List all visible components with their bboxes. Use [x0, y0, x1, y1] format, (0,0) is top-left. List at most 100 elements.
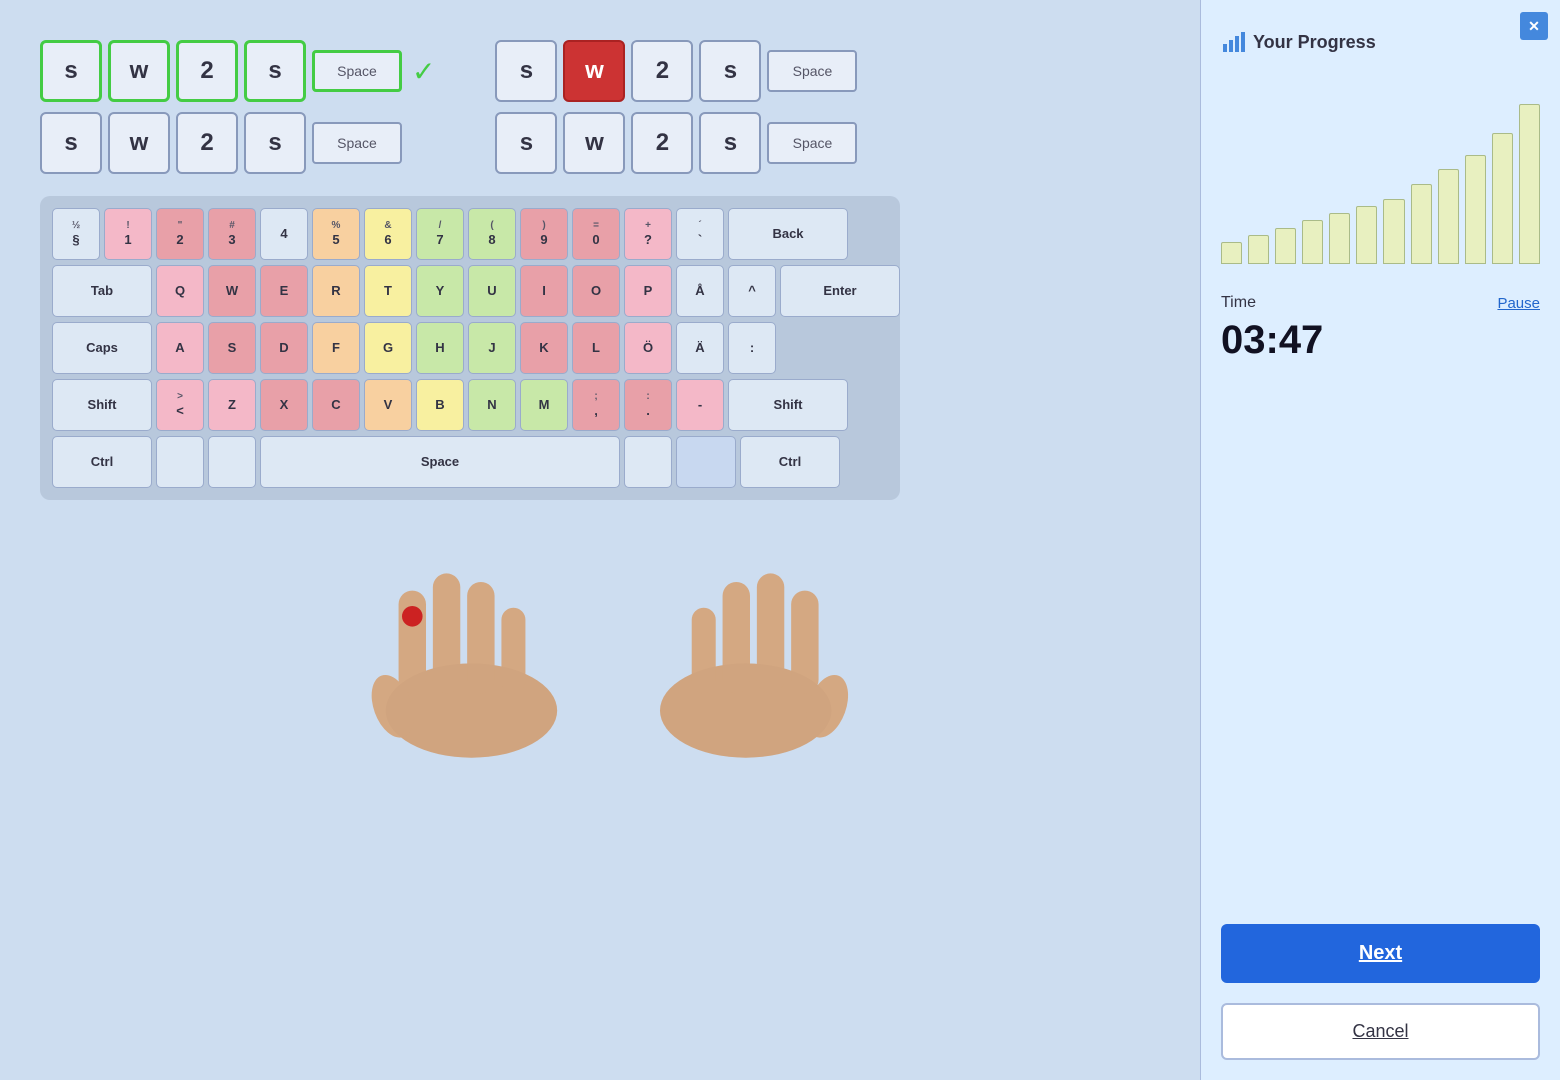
kb-key-r[interactable]: R — [312, 265, 360, 317]
hands-area — [40, 512, 1160, 772]
space-box-normal: Space — [312, 122, 402, 164]
kb-row-numbers: ½§ !1 "2 #3 4 %5 &6 /7 (8 )9 =0 +? ´` Ba… — [52, 208, 888, 260]
keyboard: ½§ !1 "2 #3 4 %5 &6 /7 (8 )9 =0 +? ´` Ba… — [40, 196, 900, 500]
kb-key-b[interactable]: B — [416, 379, 464, 431]
kb-key-5[interactable]: %5 — [312, 208, 360, 260]
chart-bar-3 — [1302, 220, 1323, 264]
key-s4: s — [244, 112, 306, 174]
key-w2: w — [108, 112, 170, 174]
chart-bar-2 — [1275, 228, 1296, 264]
kb-key-ltgt[interactable]: >< — [156, 379, 204, 431]
kb-key-6[interactable]: &6 — [364, 208, 412, 260]
kb-key-w[interactable]: W — [208, 265, 256, 317]
chart-bar-5 — [1356, 206, 1377, 264]
key-w-active: w — [563, 40, 625, 102]
kb-key-3[interactable]: #3 — [208, 208, 256, 260]
kb-key-u[interactable]: U — [468, 265, 516, 317]
key-s7: s — [495, 112, 557, 174]
chart-area — [1221, 74, 1540, 274]
kb-key-oe[interactable]: Ö — [624, 322, 672, 374]
chart-bar-0 — [1221, 242, 1242, 264]
progress-header: Your Progress — [1221, 30, 1540, 54]
cancel-button[interactable]: Cancel — [1221, 1003, 1540, 1060]
kb-key-7[interactable]: /7 — [416, 208, 464, 260]
space-box-next: Space — [767, 122, 857, 164]
kb-key-i[interactable]: I — [520, 265, 568, 317]
chart-bar-4 — [1329, 213, 1350, 264]
kb-key-t[interactable]: T — [364, 265, 412, 317]
hands-illustration — [300, 512, 900, 772]
kb-key-y[interactable]: Y — [416, 265, 464, 317]
kb-key-e[interactable]: E — [260, 265, 308, 317]
kb-key-quote[interactable]: : — [728, 322, 776, 374]
kb-key-2[interactable]: "2 — [156, 208, 204, 260]
kb-key-enter[interactable]: Enter — [780, 265, 900, 317]
time-display: 03:47 — [1221, 318, 1540, 363]
kb-key-half[interactable]: ½§ — [52, 208, 100, 260]
kb-key-shift-left[interactable]: Shift — [52, 379, 152, 431]
kb-key-4[interactable]: 4 — [260, 208, 308, 260]
kb-key-v[interactable]: V — [364, 379, 412, 431]
kb-key-shift-right[interactable]: Shift — [728, 379, 848, 431]
kb-key-a[interactable]: A — [156, 322, 204, 374]
kb-key-m[interactable]: M — [520, 379, 568, 431]
kb-key-dash[interactable]: - — [676, 379, 724, 431]
kb-key-caret[interactable]: ^ — [728, 265, 776, 317]
close-button[interactable]: ✕ — [1520, 12, 1548, 40]
kb-key-z[interactable]: Z — [208, 379, 256, 431]
kb-row-zxcv: Shift >< Z X C V B N M ;, :. - Shift — [52, 379, 888, 431]
key-s8: s — [699, 112, 761, 174]
kb-key-blank1 — [156, 436, 204, 488]
chart-bar-7 — [1411, 184, 1432, 264]
pause-link[interactable]: Pause — [1497, 295, 1540, 312]
next-row: s w 2 s Space — [495, 112, 857, 174]
kb-key-8[interactable]: (8 — [468, 208, 516, 260]
key-s2: s — [244, 40, 306, 102]
kb-key-ae[interactable]: Ä — [676, 322, 724, 374]
kb-key-ctrl-left[interactable]: Ctrl — [52, 436, 152, 488]
progress-title: Your Progress — [1253, 32, 1376, 53]
kb-key-space[interactable]: Space — [260, 436, 620, 488]
kb-key-backtick[interactable]: ´` — [676, 208, 724, 260]
keyboard-section: ½§ !1 "2 #3 4 %5 &6 /7 (8 )9 =0 +? ´` Ba… — [40, 196, 1160, 500]
chart-bar-8 — [1438, 169, 1459, 264]
kb-key-c[interactable]: C — [312, 379, 360, 431]
kb-key-q[interactable]: Q — [156, 265, 204, 317]
active-row: s w 2 s Space — [495, 40, 857, 102]
chart-bar-1 — [1248, 235, 1269, 264]
kb-key-p[interactable]: P — [624, 265, 672, 317]
kb-key-s[interactable]: S — [208, 322, 256, 374]
kb-key-n[interactable]: N — [468, 379, 516, 431]
kb-key-comma[interactable]: ;, — [572, 379, 620, 431]
chart-bar-11 — [1519, 104, 1540, 264]
kb-key-o[interactable]: O — [572, 265, 620, 317]
kb-key-1[interactable]: !1 — [104, 208, 152, 260]
kb-key-plus[interactable]: +? — [624, 208, 672, 260]
kb-key-j[interactable]: J — [468, 322, 516, 374]
kb-key-k[interactable]: K — [520, 322, 568, 374]
next-button[interactable]: Next — [1221, 924, 1540, 983]
main-area: s w 2 s Space ✓ s w 2 s Space — [0, 0, 1200, 1080]
kb-key-g[interactable]: G — [364, 322, 412, 374]
completed-row: s w 2 s Space ✓ — [40, 40, 435, 102]
kb-key-f[interactable]: F — [312, 322, 360, 374]
chart-bar-6 — [1383, 199, 1404, 264]
key-w1: w — [108, 40, 170, 102]
kb-key-l[interactable]: L — [572, 322, 620, 374]
kb-key-d[interactable]: D — [260, 322, 308, 374]
kb-key-0[interactable]: =0 — [572, 208, 620, 260]
kb-key-back[interactable]: Back — [728, 208, 848, 260]
kb-key-period[interactable]: :. — [624, 379, 672, 431]
kb-key-caps[interactable]: Caps — [52, 322, 152, 374]
kb-key-h[interactable]: H — [416, 322, 464, 374]
kb-row-bottom: Ctrl Space Ctrl — [52, 436, 888, 488]
kb-key-9[interactable]: )9 — [520, 208, 568, 260]
kb-key-aa[interactable]: Å — [676, 265, 724, 317]
kb-row-asdf: Caps A S D F G H J K L Ö Ä : — [52, 322, 888, 374]
kb-key-ctrl-right[interactable]: Ctrl — [740, 436, 840, 488]
key-s6: s — [699, 40, 761, 102]
kb-key-x[interactable]: X — [260, 379, 308, 431]
key-s3: s — [40, 112, 102, 174]
kb-key-tab[interactable]: Tab — [52, 265, 152, 317]
key-s1: s — [40, 40, 102, 102]
